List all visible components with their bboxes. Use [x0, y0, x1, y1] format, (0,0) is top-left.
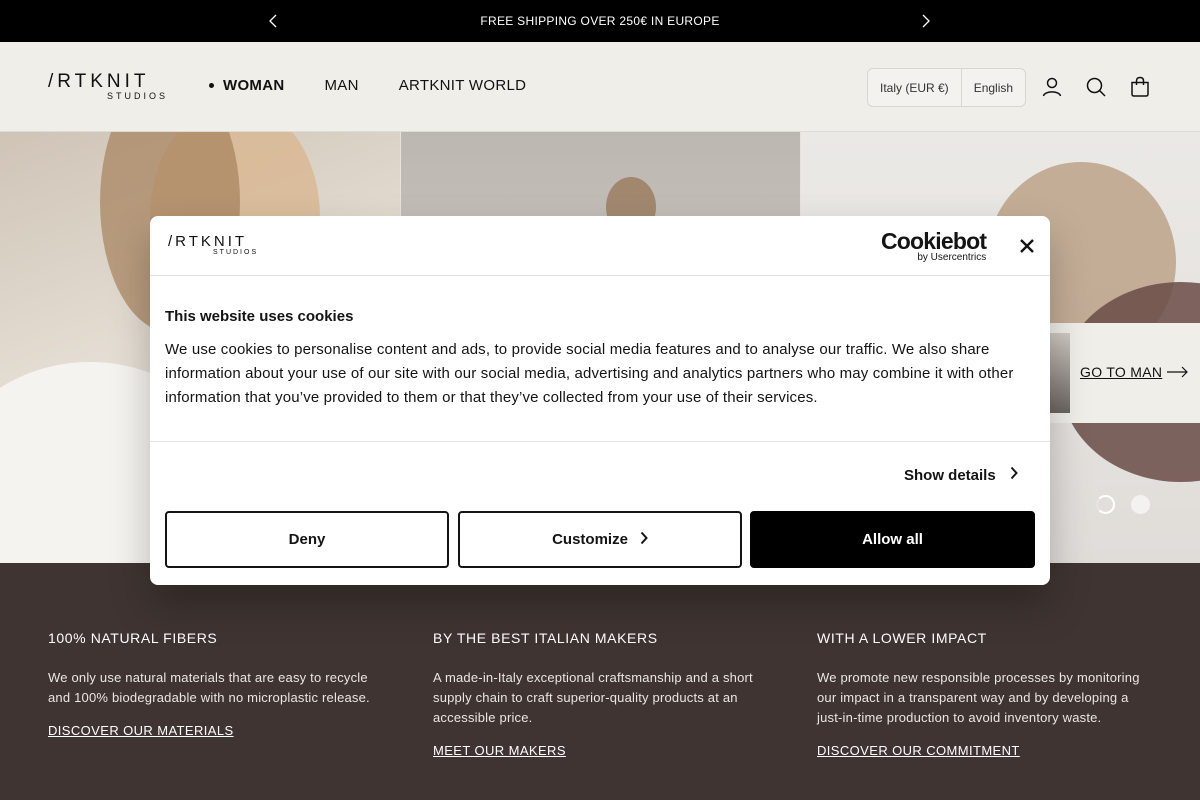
nav-item-woman[interactable]: WOMAN [209, 77, 285, 94]
chevron-right-icon[interactable] [916, 11, 936, 31]
brand-logo[interactable]: /RTKNIT STUDIOS [48, 72, 170, 102]
discover-materials-link[interactable]: DISCOVER OUR MATERIALS [48, 723, 234, 738]
country-selector[interactable]: Italy (EUR €) [868, 69, 961, 106]
value-lower-impact: WITH A LOWER IMPACT We promote new respo… [817, 630, 1157, 760]
main-nav: WOMAN MAN ARTKNIT WORLD [209, 77, 526, 94]
discover-commitment-link[interactable]: DISCOVER OUR COMMITMENT [817, 743, 1020, 758]
cookie-dialog-body: This website uses cookies We use cookies… [165, 308, 1035, 410]
slide-dot-1[interactable] [1096, 495, 1115, 514]
site-header: /RTKNIT STUDIOS WOMAN MAN ARTKNIT WORLD … [0, 42, 1200, 132]
nav-item-artknit-world[interactable]: ARTKNIT WORLD [399, 77, 527, 94]
allow-all-button[interactable]: Allow all [750, 511, 1035, 568]
account-icon[interactable] [1040, 75, 1064, 99]
cookie-dialog-header: /RTKNIT STUDIOS Cookiebot by Usercentric… [150, 216, 1050, 276]
slide-indicators [1096, 495, 1150, 514]
arrow-right-icon [1167, 365, 1189, 383]
announcement-bar: FREE SHIPPING OVER 250€ IN EUROPE [0, 0, 1200, 42]
chevron-left-icon[interactable] [263, 11, 283, 31]
show-details-link[interactable]: Show details [904, 466, 1018, 484]
value-title: 100% NATURAL FIBERS [48, 630, 218, 646]
cookiebot-logo[interactable]: Cookiebot by Usercentrics [881, 229, 987, 263]
slide-dot-2[interactable] [1131, 495, 1150, 514]
cookie-consent-dialog: /RTKNIT STUDIOS Cookiebot by Usercentric… [150, 216, 1050, 585]
value-italian-makers: BY THE BEST ITALIAN MAKERS A made-in-Ita… [433, 630, 773, 760]
value-natural-fibers: 100% NATURAL FIBERS We only use natural … [48, 630, 388, 740]
brand-values-section: 100% NATURAL FIBERS We only use natural … [0, 563, 1200, 800]
value-text: A made-in-Italy exceptional craftsmanshi… [433, 670, 753, 725]
value-title: WITH A LOWER IMPACT [817, 630, 987, 646]
customize-button[interactable]: Customize [458, 511, 742, 568]
search-icon[interactable] [1084, 75, 1108, 99]
announcement-message: FREE SHIPPING OVER 250€ IN EUROPE [480, 14, 720, 28]
language-selector[interactable]: English [962, 69, 1025, 106]
cookie-brand-logo: /RTKNIT STUDIOS [168, 233, 259, 256]
meet-makers-link[interactable]: MEET OUR MAKERS [433, 743, 566, 758]
bag-icon[interactable] [1128, 75, 1152, 99]
go-to-man-link[interactable]: GO TO MAN [1040, 323, 1200, 423]
value-text: We only use natural materials that are e… [48, 670, 370, 705]
close-icon[interactable] [1017, 236, 1037, 256]
locale-selector: Italy (EUR €) English [867, 68, 1027, 107]
cookie-description: We use cookies to personalise content an… [165, 341, 1014, 406]
chevron-right-icon [1010, 466, 1018, 484]
active-dot-icon [209, 83, 214, 88]
cookie-divider [150, 441, 1050, 442]
nav-item-man[interactable]: MAN [325, 77, 359, 94]
deny-button[interactable]: Deny [165, 511, 449, 568]
chevron-right-icon [640, 531, 648, 549]
cookie-title: This website uses cookies [165, 308, 354, 325]
value-title: BY THE BEST ITALIAN MAKERS [433, 630, 658, 646]
value-text: We promote new responsible processes by … [817, 670, 1140, 725]
